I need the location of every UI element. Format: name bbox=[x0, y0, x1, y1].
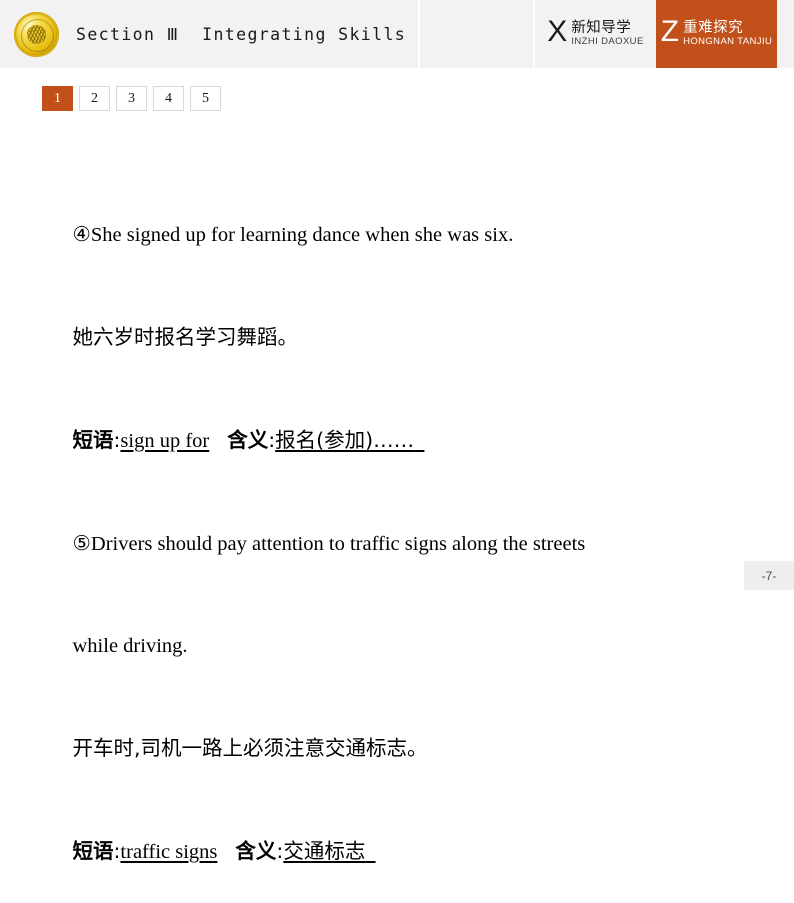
tab-xinzhi-daoxue[interactable]: X 新知导学 INZHI DAOXUE bbox=[535, 0, 656, 68]
item-5-phrase-line: 短语:traffic signs 含义:交通标志 bbox=[52, 800, 742, 903]
pagination[interactable]: 1 2 3 4 5 bbox=[42, 86, 221, 111]
item-4-meaning-value: 报名(参加)…… bbox=[275, 428, 415, 452]
pagination-item-1[interactable]: 1 bbox=[42, 86, 73, 111]
tab-zhongnan-tanjiu[interactable]: Z 重难探究 HONGNAN TANJIU bbox=[656, 0, 777, 68]
item-4-phrase-line: 短语:sign up for 含义:报名(参加)…… bbox=[52, 389, 742, 492]
item-4-chinese: 她六岁时报名学习舞蹈。 bbox=[72, 325, 299, 349]
tab-zhongnan-tanjiu-cn: 重难探究 bbox=[683, 19, 744, 36]
item-5-meaning-colon: : bbox=[276, 839, 284, 863]
tab-xinzhi-daoxue-pinyin: INZHI DAOXUE bbox=[571, 36, 644, 48]
page-number-badge: -7- bbox=[744, 561, 794, 590]
item-5-english-line-2: while driving. bbox=[52, 595, 742, 697]
item-5-english-1: Drivers should pay attention to traffic … bbox=[90, 533, 586, 555]
item-5-meaning-value: 交通标志 bbox=[283, 839, 366, 863]
gold-emblem-icon bbox=[14, 11, 59, 57]
item-4-phrase-label: 短语 bbox=[72, 428, 114, 452]
item-4-meaning-blank bbox=[414, 430, 424, 452]
tab-letter-x: X bbox=[547, 15, 568, 48]
item-4-chinese-line: 她六岁时报名学习舞蹈。 bbox=[52, 286, 742, 389]
tab-zhongnan-tanjiu-labels: 重难探究 HONGNAN TANJIU bbox=[683, 19, 773, 48]
item-5-meaning-blank bbox=[365, 841, 375, 863]
item-5-phrase-label: 短语 bbox=[72, 839, 114, 863]
item-5-marker: ⑤ bbox=[72, 531, 91, 555]
item-5-phrase-colon: : bbox=[113, 839, 121, 863]
item-5-english-2: while driving. bbox=[72, 635, 188, 657]
tab-xinzhi-daoxue-cn: 新知导学 bbox=[571, 19, 632, 36]
item-5-english-line-1: ⑤Drivers should pay attention to traffic… bbox=[52, 492, 742, 595]
header-title-area: Section Ⅲ Integrating Skills bbox=[0, 0, 420, 68]
header-bar: Section Ⅲ Integrating Skills X 新知导学 INZH… bbox=[0, 0, 794, 68]
item-4-english-line: ④She signed up for learning dance when s… bbox=[52, 183, 742, 286]
item-4-meaning-label: 含义 bbox=[227, 428, 269, 452]
item-5-chinese: 开车时,司机一路上必须注意交通标志。 bbox=[72, 736, 428, 760]
item-5-chinese-line: 开车时,司机一路上必须注意交通标志。 bbox=[52, 697, 742, 800]
tab-zhongnan-tanjiu-pinyin: HONGNAN TANJIU bbox=[683, 36, 773, 48]
page-title: Section Ⅲ Integrating Skills bbox=[76, 24, 407, 44]
tab-xinzhi-daoxue-labels: 新知导学 INZHI DAOXUE bbox=[571, 19, 644, 48]
pagination-item-4[interactable]: 4 bbox=[153, 86, 184, 111]
pagination-item-3[interactable]: 3 bbox=[116, 86, 147, 111]
item-4-marker: ④ bbox=[72, 222, 91, 246]
item-5-phrase-value: traffic signs bbox=[120, 841, 218, 863]
pagination-item-2[interactable]: 2 bbox=[79, 86, 110, 111]
item-4-english: She signed up for learning dance when sh… bbox=[90, 224, 514, 246]
pagination-item-5[interactable]: 5 bbox=[190, 86, 221, 111]
item-4-phrase-value: sign up for bbox=[120, 430, 210, 452]
header-spacer bbox=[420, 0, 535, 68]
tab-letter-z: Z bbox=[660, 15, 680, 48]
item-5-meaning-label: 含义 bbox=[235, 839, 277, 863]
lesson-content: ④She signed up for learning dance when s… bbox=[52, 183, 742, 903]
